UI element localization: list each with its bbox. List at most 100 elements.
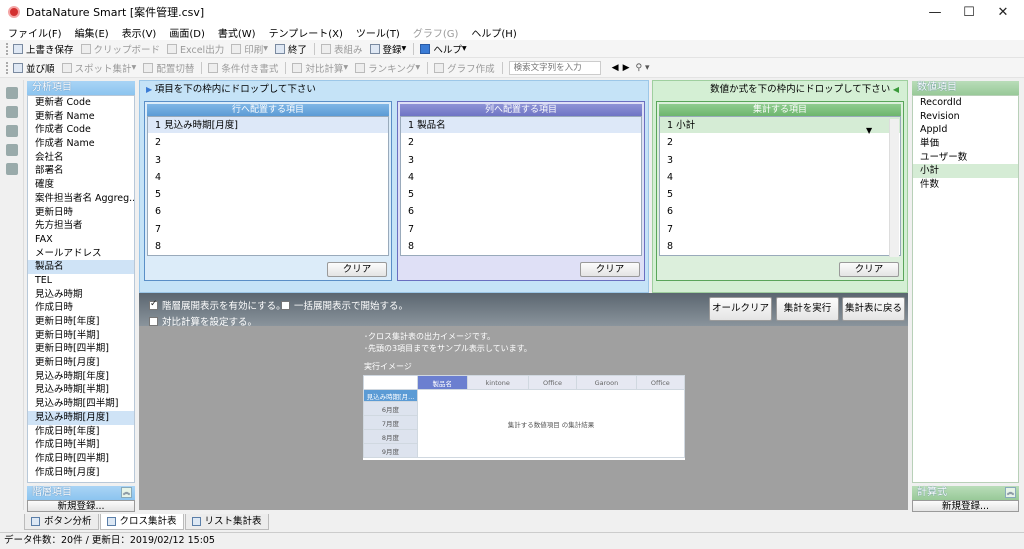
col-slot[interactable]: 8	[401, 238, 641, 256]
hier-register-button[interactable]: 新規登録...	[27, 500, 135, 512]
analysis-list-item[interactable]: 案件担当者名 Aggreg...	[28, 192, 134, 206]
analysis-list-item[interactable]: 見込み時期[四半期]	[28, 397, 134, 411]
value-slot[interactable]: 6	[660, 203, 900, 221]
cond-format-button[interactable]: 条件付き書式	[208, 61, 278, 75]
analysis-list-item[interactable]: 作成日時[半期]	[28, 438, 134, 452]
menu-view[interactable]: 表示(V)	[122, 25, 157, 40]
list-icon[interactable]	[6, 144, 18, 156]
analysis-list-item[interactable]: 見込み時期	[28, 288, 134, 302]
numeric-list-item[interactable]: 件数	[913, 178, 1018, 192]
col-slot[interactable]: 3	[401, 152, 641, 169]
minimize-button[interactable]: —	[918, 5, 952, 20]
menu-template[interactable]: テンプレート(X)	[269, 25, 343, 40]
analysis-list-item[interactable]: 会社名	[28, 151, 134, 165]
excel-button[interactable]: Excel出力	[167, 42, 224, 56]
row-slot[interactable]: 5	[148, 186, 388, 204]
analysis-list-item[interactable]: 更新日時[年度]	[28, 315, 134, 329]
expand-option[interactable]: 一括展開表示で開始する。	[281, 298, 408, 312]
col-slot[interactable]: 4	[401, 169, 641, 187]
menu-screen[interactable]: 画面(D)	[169, 25, 205, 40]
analysis-list-item[interactable]: 更新日時	[28, 206, 134, 220]
row-items-list[interactable]: 1 見込み時期[月度] 2 3 4 5 6 7 8	[147, 116, 389, 256]
value-slot[interactable]: 8	[660, 238, 900, 256]
row-slot[interactable]: 1 見込み時期[月度]	[148, 117, 388, 135]
register-button[interactable]: 登録 ▾	[369, 42, 406, 56]
value-items-list[interactable]: 1 小計 2 3 4 5 6 7 8	[659, 116, 901, 256]
search-input[interactable]	[508, 60, 601, 75]
value-slot[interactable]: 5	[660, 186, 900, 204]
analysis-list-item[interactable]: 更新日時[四半期]	[28, 342, 134, 356]
analysis-list-item[interactable]: 更新日時[月度]	[28, 356, 134, 370]
value-scrollbar[interactable]	[889, 119, 899, 257]
col-slot[interactable]: 2	[401, 134, 641, 152]
numeric-list-item[interactable]: Revision	[913, 110, 1018, 124]
value-drop-box[interactable]: 集計する項目 1 小計 2 3 4 5 6 7 8 ▼ クリア	[656, 101, 904, 281]
col-slot[interactable]: 7	[401, 221, 641, 239]
value-clear-button[interactable]: クリア	[839, 262, 899, 277]
collapse-icon[interactable]: ︽	[121, 487, 132, 498]
numeric-list-item[interactable]: 単価	[913, 137, 1018, 151]
hier-checkbox[interactable]	[149, 299, 158, 310]
analysis-list-item[interactable]: 見込み時期[月度]	[28, 410, 134, 425]
analysis-list-item[interactable]: FAX	[28, 233, 134, 247]
col-slot[interactable]: 1 製品名	[401, 117, 641, 135]
numeric-list-item[interactable]: AppId	[913, 123, 1018, 137]
maximize-button[interactable]: ☐	[952, 5, 986, 20]
tab-cross-table[interactable]: クロス集計表	[99, 514, 184, 530]
all-clear-button[interactable]: オールクリア	[709, 297, 772, 321]
numeric-list-item[interactable]: 小計	[913, 164, 1018, 179]
menu-help[interactable]: ヘルプ(H)	[471, 25, 516, 40]
clipboard-button[interactable]: クリップボード	[80, 42, 160, 56]
analysis-icon[interactable]	[6, 87, 18, 99]
value-slot[interactable]: 7	[660, 221, 900, 239]
expand-checkbox[interactable]	[281, 301, 290, 310]
analysis-list-item[interactable]: 作成日時	[28, 301, 134, 315]
value-dropdown-icon[interactable]: ▼	[866, 126, 872, 135]
analysis-list-item[interactable]: 見込み時期[半期]	[28, 383, 134, 397]
tab-button-analysis[interactable]: ボタン分析	[24, 514, 99, 530]
print-button[interactable]: 印刷 ▾	[231, 42, 268, 56]
layout-button[interactable]: 表組み	[321, 42, 363, 56]
spot-button[interactable]: スポット集計 ▾	[61, 61, 136, 75]
hier-option[interactable]: 階層展開表示を有効にする。	[149, 298, 286, 312]
col-items-list[interactable]: 1 製品名 2 3 4 5 6 7 8	[400, 116, 642, 256]
compare-button[interactable]: 対比計算 ▾	[292, 61, 348, 75]
prev-icon[interactable]: ◀	[612, 63, 619, 73]
sort-button[interactable]: 並び順	[13, 61, 55, 75]
next-icon[interactable]: ▶	[623, 63, 630, 73]
filter-icon[interactable]	[6, 106, 18, 118]
compare-checkbox[interactable]	[149, 317, 158, 326]
analysis-list-item[interactable]: 作成日時[年度]	[28, 425, 134, 439]
value-slot[interactable]: 4	[660, 169, 900, 187]
chat-icon[interactable]	[6, 125, 18, 137]
analysis-list-item[interactable]: 先方担当者	[28, 219, 134, 233]
row-slot[interactable]: 4	[148, 169, 388, 187]
value-slot[interactable]: 3	[660, 152, 900, 169]
search-options-icon[interactable]: ⚲ ▾	[636, 63, 650, 73]
value-slot[interactable]: 1 小計	[660, 117, 900, 135]
analysis-list-item[interactable]: 作成日時[月度]	[28, 466, 134, 480]
analysis-list-item[interactable]: 部署名	[28, 164, 134, 178]
row-drop-box[interactable]: 行へ配置する項目 1 見込み時期[月度] 2 3 4 5 6 7 8 クリア	[144, 101, 392, 281]
analysis-list-item[interactable]: 作成者 Name	[28, 137, 134, 151]
analysis-list-item[interactable]: 確度	[28, 178, 134, 192]
value-slot[interactable]: 2	[660, 134, 900, 152]
save-button[interactable]: 上書き保存	[13, 42, 74, 56]
help-button[interactable]: ヘルプ ▾	[420, 42, 467, 56]
switch-button[interactable]: 配置切替	[143, 61, 194, 75]
analysis-list-item[interactable]: 更新者 Name	[28, 110, 134, 124]
back-button[interactable]: 集計表に戻る	[842, 297, 905, 321]
row-slot[interactable]: 6	[148, 203, 388, 221]
col-clear-button[interactable]: クリア	[580, 262, 640, 277]
menu-edit[interactable]: 編集(E)	[75, 25, 109, 40]
run-button[interactable]: 集計を実行	[776, 297, 839, 321]
ranking-button[interactable]: ランキング ▾	[355, 61, 420, 75]
calc-register-button[interactable]: 新規登録...	[912, 500, 1019, 512]
copy-icon[interactable]	[6, 163, 18, 175]
row-slot[interactable]: 3	[148, 152, 388, 169]
menu-file[interactable]: ファイル(F)	[8, 25, 62, 40]
analysis-list-item[interactable]: 更新日時[半期]	[28, 329, 134, 343]
analysis-list-item[interactable]: TEL	[28, 274, 134, 288]
row-slot[interactable]: 2	[148, 134, 388, 152]
tab-list-table[interactable]: リスト集計表	[184, 514, 269, 530]
